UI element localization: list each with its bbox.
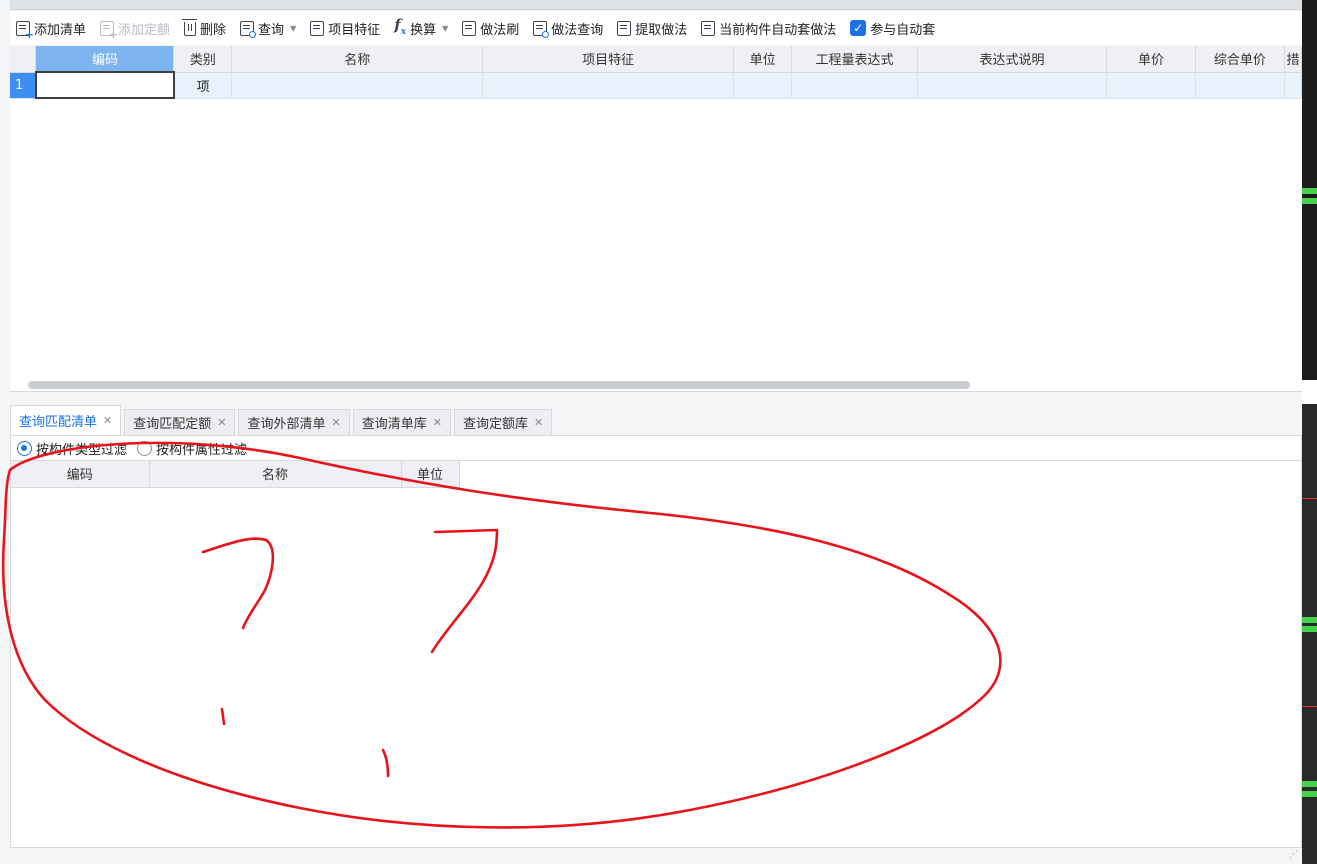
cell-code[interactable] xyxy=(34,71,175,99)
col-header-unit[interactable]: 单位 xyxy=(733,46,793,73)
tab-query-quota-library[interactable]: 查询定额库 ✕ xyxy=(453,409,553,435)
item-features-label: 项目特征 xyxy=(328,22,381,38)
query-tab-bar: 查询匹配清单 ✕ 查询匹配定额 ✕ 查询外部清单 ✕ 查询清单库 ✕ 查询定额库… xyxy=(10,405,1302,435)
convert-button[interactable]: fx 换算 ▼ xyxy=(394,17,448,40)
col-header-features[interactable]: 项目特征 xyxy=(482,46,735,73)
cell-comp-price[interactable] xyxy=(1195,72,1285,99)
col-header-expression[interactable]: 工程量表达式 xyxy=(791,46,919,73)
col-header-name[interactable]: 名称 xyxy=(231,46,484,73)
status-bar xyxy=(0,848,1302,864)
cell-category[interactable]: 项 xyxy=(173,72,233,99)
add-list-icon xyxy=(16,20,34,41)
col-header-comp-price[interactable]: 综合单价 xyxy=(1195,46,1285,73)
checkbox-checked-icon[interactable]: ✓ xyxy=(850,20,867,36)
filter-by-type-radio[interactable]: 按构件类型过滤 xyxy=(17,439,127,458)
radio-selected-icon[interactable] xyxy=(17,440,32,456)
method-query-icon xyxy=(533,20,550,38)
add-quota-label: 添加定额 xyxy=(118,22,171,38)
filter-by-attr-label: 按构件属性过滤 xyxy=(156,442,248,458)
cell-expression[interactable] xyxy=(791,72,919,99)
extract-icon xyxy=(617,20,632,36)
tab-query-list-library[interactable]: 查询清单库 ✕ xyxy=(352,409,451,435)
item-features-icon xyxy=(310,20,325,36)
chevron-down-icon[interactable]: ▼ xyxy=(290,24,296,33)
extract-method-button[interactable]: 提取做法 xyxy=(617,19,687,38)
auto-method-icon xyxy=(701,20,716,36)
close-icon[interactable]: ✕ xyxy=(103,414,112,427)
filter-by-attr-radio[interactable]: 按构件属性过滤 xyxy=(137,439,247,458)
filter-by-type-label: 按构件类型过滤 xyxy=(36,442,128,458)
tab-query-external-list[interactable]: 查询外部清单 ✕ xyxy=(238,409,350,435)
auto-method-label: 当前构件自动套做法 xyxy=(719,22,837,38)
method-brush-button[interactable]: 做法刷 xyxy=(462,19,519,38)
participate-auto-label: 参与自动套 xyxy=(870,22,936,38)
method-table: 编码 类别 名称 项目特征 单位 工程量表达式 表达式说明 单价 综合单价 措 … xyxy=(10,46,1302,99)
tab-label: 查询匹配定额 xyxy=(133,417,212,432)
tab-label: 查询清单库 xyxy=(361,417,427,432)
close-icon[interactable]: ✕ xyxy=(433,416,442,429)
add-quota-icon xyxy=(100,20,118,41)
method-grid: 编码 类别 名称 项目特征 单位 工程量表达式 表达式说明 单价 综合单价 措 … xyxy=(10,46,1302,392)
fx-icon: fx xyxy=(394,15,407,37)
chevron-down-icon[interactable]: ▼ xyxy=(442,24,448,33)
toolbar: 添加清单 添加定额 删除 查询 ▼ 项目特征 fx 换算 ▼ 做法刷 xyxy=(10,11,1302,45)
delete-button[interactable]: 删除 xyxy=(182,19,227,38)
radio-unselected-icon[interactable] xyxy=(137,440,153,456)
trash-icon xyxy=(182,19,198,36)
close-icon[interactable]: ✕ xyxy=(534,416,543,429)
method-brush-label: 做法刷 xyxy=(480,22,520,38)
resize-grip-icon[interactable]: ⋰ xyxy=(1289,850,1298,860)
tab-label: 查询外部清单 xyxy=(247,417,326,432)
col-header-price[interactable]: 单价 xyxy=(1106,46,1196,73)
cell-measure[interactable] xyxy=(1284,72,1302,99)
col-header-name[interactable]: 名称 xyxy=(149,461,402,488)
tab-query-matching-quota[interactable]: 查询匹配定额 ✕ xyxy=(124,409,236,435)
query-table-header: 编码 名称 单位 xyxy=(11,461,460,488)
cell-features[interactable] xyxy=(482,72,735,99)
background-window-edge xyxy=(1302,0,1317,864)
add-quota-button[interactable]: 添加定额 xyxy=(100,19,171,41)
query-label: 查询 xyxy=(258,22,285,38)
query-result-table: 编码 名称 单位 xyxy=(11,461,460,488)
close-icon[interactable]: ✕ xyxy=(217,416,226,429)
brush-icon xyxy=(462,20,477,36)
table-row[interactable]: 1 项 xyxy=(10,71,1302,99)
horizontal-scrollbar[interactable] xyxy=(28,381,970,389)
app-window: 添加清单 添加定额 删除 查询 ▼ 项目特征 fx 换算 ▼ 做法刷 xyxy=(0,0,1317,864)
cell-name[interactable] xyxy=(231,72,484,99)
delete-label: 删除 xyxy=(200,22,227,38)
filter-bar: 按构件类型过滤 按构件属性过滤 xyxy=(11,436,1301,461)
add-list-label: 添加清单 xyxy=(34,22,87,38)
close-icon[interactable]: ✕ xyxy=(331,416,340,429)
tab-label: 查询匹配清单 xyxy=(19,415,98,430)
query-button[interactable]: 查询 ▼ xyxy=(240,19,296,38)
method-query-button[interactable]: 做法查询 xyxy=(533,19,603,38)
tab-query-matching-list[interactable]: 查询匹配清单 ✕ xyxy=(10,405,122,435)
col-header-category[interactable]: 类别 xyxy=(173,46,233,73)
add-list-button[interactable]: 添加清单 xyxy=(16,19,87,41)
col-header-measure[interactable]: 措 xyxy=(1284,46,1302,73)
col-header-unit[interactable]: 单位 xyxy=(401,461,460,488)
row-number[interactable]: 1 xyxy=(10,72,37,99)
query-panel: 按构件类型过滤 按构件属性过滤 编码 名称 单位 xyxy=(10,435,1302,848)
convert-label: 换算 xyxy=(410,22,437,38)
query-icon xyxy=(240,20,257,38)
top-tab-strip xyxy=(10,0,1302,10)
row-number-header[interactable] xyxy=(10,46,37,73)
method-query-label: 做法查询 xyxy=(551,22,604,38)
auto-method-button[interactable]: 当前构件自动套做法 xyxy=(701,19,836,38)
extract-method-label: 提取做法 xyxy=(635,22,688,38)
item-features-button[interactable]: 项目特征 xyxy=(310,19,380,38)
tab-label: 查询定额库 xyxy=(462,417,528,432)
cell-price[interactable] xyxy=(1106,72,1196,99)
col-header-code[interactable]: 编码 xyxy=(11,461,150,488)
col-header-code[interactable]: 编码 xyxy=(35,46,175,73)
cell-unit[interactable] xyxy=(733,72,793,99)
col-header-expression-desc[interactable]: 表达式说明 xyxy=(917,46,1107,73)
participate-auto-checkbox[interactable]: ✓ 参与自动套 xyxy=(850,19,935,38)
method-table-header: 编码 类别 名称 项目特征 单位 工程量表达式 表达式说明 单价 综合单价 措 xyxy=(10,46,1302,73)
cell-expression-desc[interactable] xyxy=(917,72,1107,99)
